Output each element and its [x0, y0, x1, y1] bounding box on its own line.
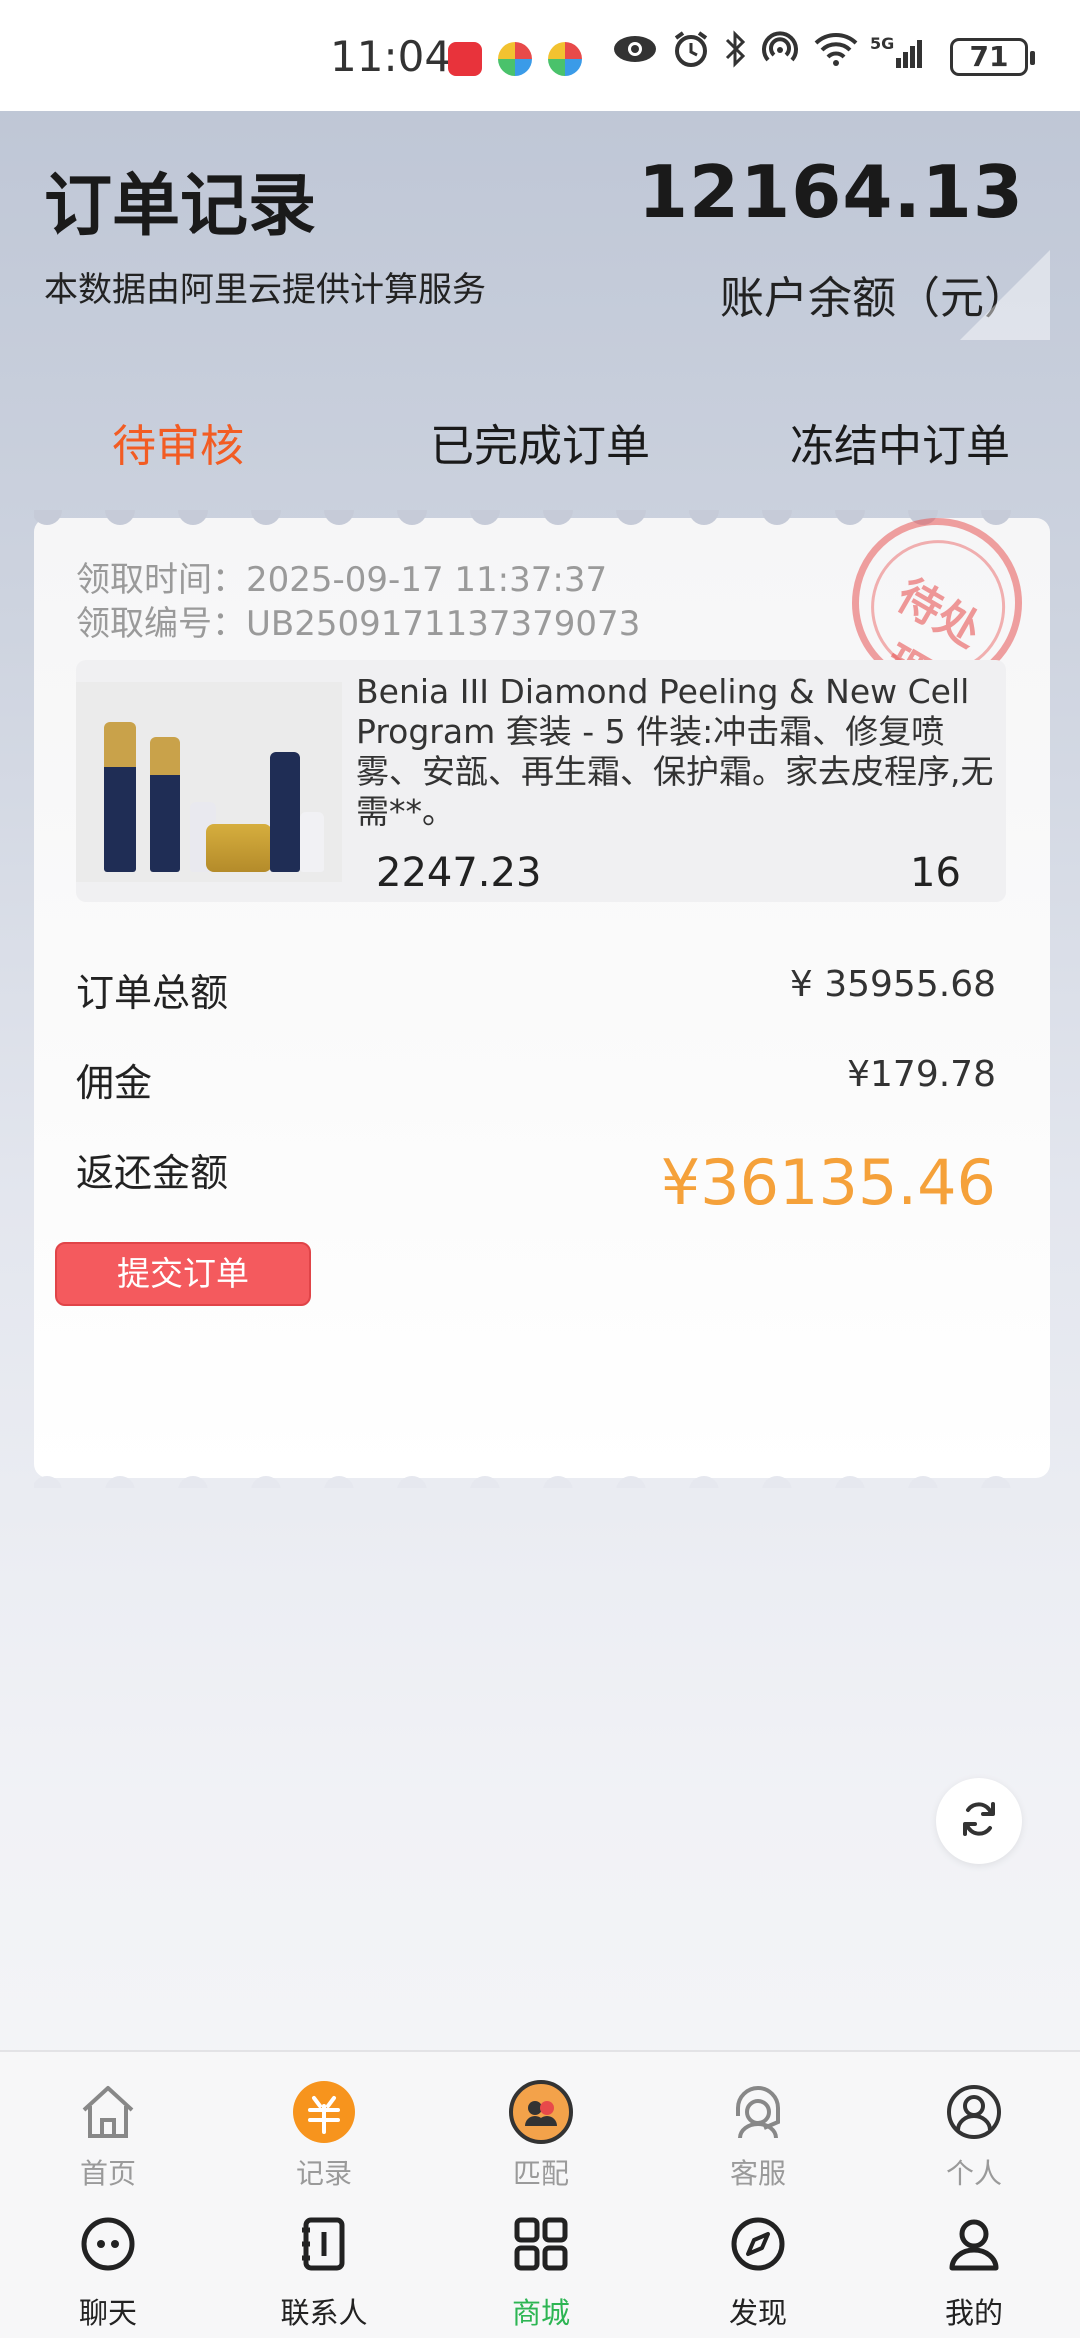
profile-icon — [942, 2080, 1006, 2144]
claim-number: 领取编号：UB2509171137379073 — [76, 596, 640, 645]
hotspot-icon — [760, 30, 800, 77]
discover-icon — [726, 2212, 790, 2276]
product-image — [76, 682, 342, 882]
refresh-icon — [957, 1797, 1001, 1845]
nav-profile-label: 个人 — [945, 2157, 1002, 2190]
claim-number-label: 领取编号： — [76, 604, 246, 644]
order-card: 领取时间：2025-09-17 11:37:37 领取编号：UB25091711… — [34, 486, 1054, 1488]
page-title: 订单记录 — [44, 167, 317, 246]
huawei-app-icon — [448, 42, 482, 76]
nav-discover-label: 发现 — [728, 2296, 787, 2330]
nav-support-label: 客服 — [729, 2157, 786, 2190]
decorative-shape — [960, 250, 1050, 340]
status-icons: 5G — [612, 30, 922, 77]
battery-icon: 71 — [950, 38, 1035, 76]
nav-match[interactable]: 匹配 — [471, 2080, 611, 2192]
product-unit-price: 2247.23 — [376, 850, 542, 896]
signal-icon: 5G — [870, 34, 922, 68]
commission-label: 佣金 — [76, 1061, 153, 1105]
alarm-icon — [672, 30, 710, 77]
home-icon — [76, 2080, 140, 2144]
nav-support[interactable]: 客服 — [688, 2080, 828, 2192]
nav-mall-label: 商城 — [511, 2296, 570, 2330]
return-amount-label: 返还金额 — [76, 1151, 229, 1195]
product-name: Benia III Diamond Peeling & New Cell Pro… — [356, 672, 994, 831]
order-total-label: 订单总额 — [76, 971, 229, 1015]
page-subtitle: 本数据由阿里云提供计算服务 — [44, 270, 486, 310]
nav-mall[interactable]: 商城 — [471, 2212, 611, 2332]
tab-pending-review[interactable]: 待审核 — [112, 410, 244, 474]
claim-time: 领取时间：2025-09-17 11:37:37 — [76, 552, 607, 601]
wifi-icon — [814, 31, 858, 76]
claim-time-label: 领取时间： — [76, 560, 246, 600]
chat-icon — [76, 2212, 140, 2276]
contacts-icon — [292, 2212, 356, 2276]
me-icon — [942, 2212, 1006, 2276]
return-amount-value: ¥36135.46 — [660, 1146, 996, 1219]
match-icon — [509, 2080, 573, 2144]
card-scallop-bottom — [34, 1458, 1050, 1488]
claim-time-value: 2025-09-17 11:37:37 — [246, 560, 608, 600]
claim-number-value: UB2509171137379073 — [246, 604, 641, 644]
nav-contacts[interactable]: 联系人 — [254, 2212, 394, 2332]
refresh-button[interactable] — [936, 1778, 1022, 1864]
status-time: 11:04 — [330, 32, 452, 81]
record-icon — [292, 2080, 356, 2144]
bluetooth-icon — [724, 30, 746, 77]
tab-frozen-orders[interactable]: 冻结中订单 — [790, 410, 1010, 474]
order-total-value: ¥ 35955.68 — [789, 964, 996, 1005]
eye-icon — [612, 32, 658, 75]
bottom-navigation: 首页 记录 匹配 客服 个人 聊天 联系人 商城 发现 我的 — [0, 2050, 1080, 2338]
status-bar: 11:04 5G 71 — [0, 0, 1080, 111]
nav-chat[interactable]: 聊天 — [38, 2212, 178, 2332]
nav-contacts-label: 联系人 — [280, 2296, 368, 2330]
nav-record[interactable]: 记录 — [254, 2080, 394, 2192]
support-icon — [726, 2080, 790, 2144]
nav-home[interactable]: 首页 — [38, 2080, 178, 2192]
order-tabs: 待审核 已完成订单 冻结中订单 — [0, 410, 1080, 480]
app-notification-icon-2 — [548, 42, 582, 76]
product-row[interactable]: Benia III Diamond Peeling & New Cell Pro… — [76, 660, 1006, 902]
network-type: 5G — [870, 33, 895, 53]
nav-home-label: 首页 — [79, 2157, 136, 2190]
tab-completed-orders[interactable]: 已完成订单 — [430, 410, 650, 474]
submit-order-button[interactable]: 提交订单 — [55, 1242, 311, 1306]
nav-me-label: 我的 — [944, 2296, 1003, 2330]
app-notification-icon — [498, 42, 532, 76]
nav-chat-label: 聊天 — [78, 2296, 137, 2330]
nav-discover[interactable]: 发现 — [688, 2212, 828, 2332]
product-quantity: 16 — [910, 850, 961, 896]
mall-icon — [509, 2212, 573, 2276]
nav-me[interactable]: 我的 — [904, 2212, 1044, 2332]
commission-value: ¥179.78 — [847, 1054, 996, 1095]
nav-match-label: 匹配 — [512, 2157, 569, 2190]
account-balance: 12164.13 — [637, 150, 1024, 234]
nav-profile[interactable]: 个人 — [904, 2080, 1044, 2192]
nav-record-label: 记录 — [295, 2157, 352, 2190]
